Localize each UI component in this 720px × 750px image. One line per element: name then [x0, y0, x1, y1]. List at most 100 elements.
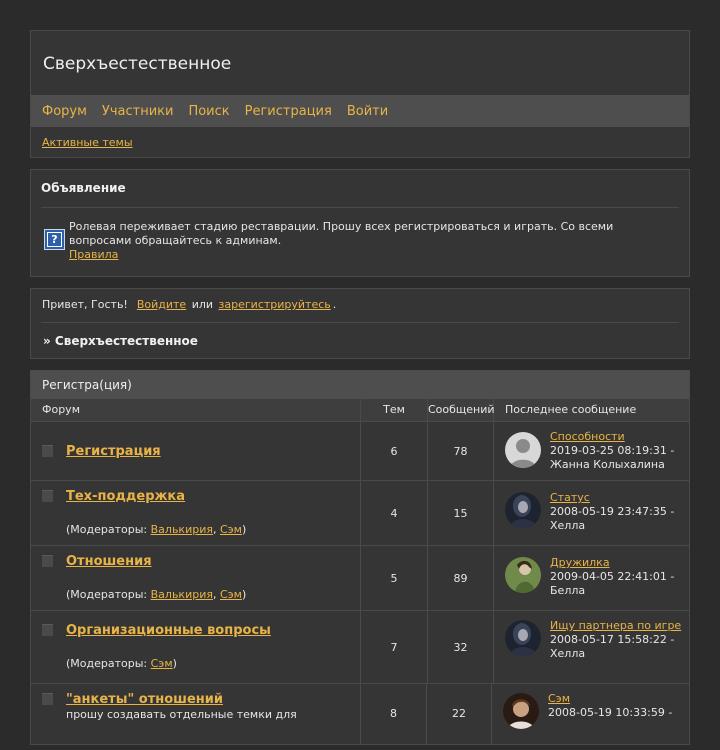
moderator-link[interactable]: Сэм — [220, 523, 242, 536]
nav-members[interactable]: Участники — [102, 104, 174, 119]
moderators-prefix: (Модераторы: — [66, 657, 151, 670]
col-topics: Тем — [361, 399, 428, 421]
last-post-date: 2009-04-05 22:41:01 - — [550, 570, 675, 583]
moderator-link[interactable]: Сэм — [220, 588, 242, 601]
nav-login[interactable]: Войти — [347, 104, 388, 119]
moderators-prefix: (Модераторы: — [66, 523, 151, 536]
moderators-separator: , — [212, 588, 220, 601]
last-topic-link[interactable]: Способности — [550, 430, 625, 443]
moderators-suffix: ) — [242, 588, 247, 601]
forum-row: "анкеты" отношений прошу создавать отдел… — [31, 683, 689, 744]
forum-cell: Отношения (Модераторы: Валькирия, Сэм) — [31, 546, 361, 610]
moderators-suffix: ) — [172, 657, 177, 670]
active-topics-link[interactable]: Активные темы — [42, 136, 133, 149]
forum-link[interactable]: Организационные вопросы — [66, 623, 271, 638]
forum-link[interactable]: "анкеты" отношений — [66, 692, 223, 707]
last-post-user: Жанна Колыхалина — [550, 458, 665, 471]
site-header: Сверхъестественное Форум Участники Поиск… — [30, 30, 690, 158]
messages-count: 32 — [428, 611, 494, 683]
last-post-user: Хелла — [550, 647, 586, 660]
site-title: Сверхъестественное — [43, 54, 232, 74]
welcome-line: Привет, Гость! Войдите или зарегистрируй… — [42, 298, 336, 311]
last-post-info: Сэм 2008-05-19 10:33:59 - — [548, 692, 684, 720]
category-title: Регистра(ция) — [31, 371, 689, 399]
last-post-info: Способности 2019-03-25 08:19:31 - Жанна … — [550, 430, 686, 472]
announcement-box: Объявление ? Ролевая переживает стадию р… — [30, 169, 690, 277]
forum-description: прошу создавать отдельные темки для — [66, 708, 297, 721]
last-post-info: Ищу партнера по игре 2008-05-17 15:58:22… — [550, 619, 686, 661]
moderator-link[interactable]: Валькирия — [151, 523, 213, 536]
forum-cell: Регистрация — [31, 422, 361, 480]
forum-status-icon — [42, 490, 53, 502]
last-post-date: 2019-03-25 08:19:31 - — [550, 444, 675, 457]
forum-row: Отношения (Модераторы: Валькирия, Сэм) 5… — [31, 545, 689, 610]
nav-forum[interactable]: Форум — [42, 104, 87, 119]
moderators: (Модераторы: Сэм) — [66, 657, 177, 670]
last-post-info: Дружилка 2009-04-05 22:41:01 - Белла — [550, 556, 686, 598]
last-topic-link[interactable]: Ищу партнера по игре — [550, 619, 681, 632]
moderator-link[interactable]: Сэм — [151, 657, 173, 670]
moderators-separator: , — [212, 523, 220, 536]
topics-count: 8 — [361, 684, 427, 744]
table-header: Форум Тем Сообщений Последнее сообщение — [31, 399, 689, 421]
moderators: (Модераторы: Валькирия, Сэм) — [66, 588, 246, 601]
help-icon: ? — [44, 229, 65, 250]
forum-link[interactable]: Регистрация — [66, 444, 161, 459]
breadcrumb: » Сверхъестественное — [43, 334, 198, 348]
rules-link[interactable]: Правила — [69, 248, 118, 261]
last-post-user: Белла — [550, 584, 586, 597]
avatar — [503, 693, 539, 729]
main-nav: Форум Участники Поиск Регистрация Войти — [31, 95, 689, 127]
avatar — [505, 432, 541, 468]
forum-status-icon — [42, 624, 53, 636]
or-text: или — [191, 298, 214, 311]
avatar — [505, 492, 541, 528]
col-forum: Форум — [31, 399, 361, 421]
last-post-cell: Ищу партнера по игре 2008-05-17 15:58:22… — [494, 611, 689, 683]
announcement-title: Объявление — [41, 181, 126, 195]
last-topic-link[interactable]: Статус — [550, 491, 590, 504]
forum-link[interactable]: Отношения — [66, 554, 152, 569]
forum-cell: "анкеты" отношений прошу создавать отдел… — [31, 684, 361, 744]
forum-link[interactable]: Тех-поддержка — [66, 489, 185, 504]
last-post-cell: Способности 2019-03-25 08:19:31 - Жанна … — [494, 422, 689, 480]
divider — [41, 322, 679, 323]
messages-count: 22 — [427, 684, 492, 744]
forum-cell: Организационные вопросы (Модераторы: Сэм… — [31, 611, 361, 683]
last-post-cell: Дружилка 2009-04-05 22:41:01 - Белла — [494, 546, 689, 610]
forum-status-icon — [42, 445, 53, 457]
last-post-user: Хелла — [550, 519, 586, 532]
period-text: . — [332, 298, 337, 311]
moderators-suffix: ) — [242, 523, 247, 536]
avatar — [505, 557, 541, 593]
announcement-text: Ролевая переживает стадию реставрации. П… — [69, 220, 649, 262]
login-link[interactable]: Войдите — [137, 298, 186, 311]
last-post-date: 2008-05-19 23:47:35 - — [550, 505, 675, 518]
nav-register[interactable]: Регистрация — [245, 104, 332, 119]
last-post-info: Статус 2008-05-19 23:47:35 - Хелла — [550, 491, 686, 533]
nav-search[interactable]: Поиск — [188, 104, 229, 119]
forum-row: Организационные вопросы (Модераторы: Сэм… — [31, 610, 689, 683]
forum-status-icon — [42, 693, 53, 705]
divider — [41, 207, 679, 208]
topics-count: 6 — [361, 422, 428, 480]
moderator-link[interactable]: Валькирия — [151, 588, 213, 601]
welcome-box: Привет, Гость! Войдите или зарегистрируй… — [30, 288, 690, 359]
messages-count: 15 — [428, 481, 494, 545]
topics-count: 4 — [361, 481, 428, 545]
announcement-body: Ролевая переживает стадию реставрации. П… — [69, 220, 614, 247]
topics-count: 7 — [361, 611, 428, 683]
last-topic-link[interactable]: Сэм — [548, 692, 570, 705]
last-post-date: 2008-05-17 15:58:22 - — [550, 633, 675, 646]
messages-count: 78 — [428, 422, 494, 480]
forum-category: Регистра(ция) Форум Тем Сообщений Послед… — [30, 370, 690, 745]
forum-row: Регистрация 6 78 Способности 2019-03-25 … — [31, 421, 689, 480]
avatar — [505, 620, 541, 656]
sub-nav: Активные темы — [31, 127, 689, 157]
moderators: (Модераторы: Валькирия, Сэм) — [66, 523, 246, 536]
col-last-post: Последнее сообщение — [505, 403, 637, 416]
last-topic-link[interactable]: Дружилка — [550, 556, 610, 569]
register-link[interactable]: зарегистрируйтесь — [219, 298, 331, 311]
last-post-date: 2008-05-19 10:33:59 - — [548, 706, 673, 719]
last-post-cell: Сэм 2008-05-19 10:33:59 - — [492, 684, 689, 744]
